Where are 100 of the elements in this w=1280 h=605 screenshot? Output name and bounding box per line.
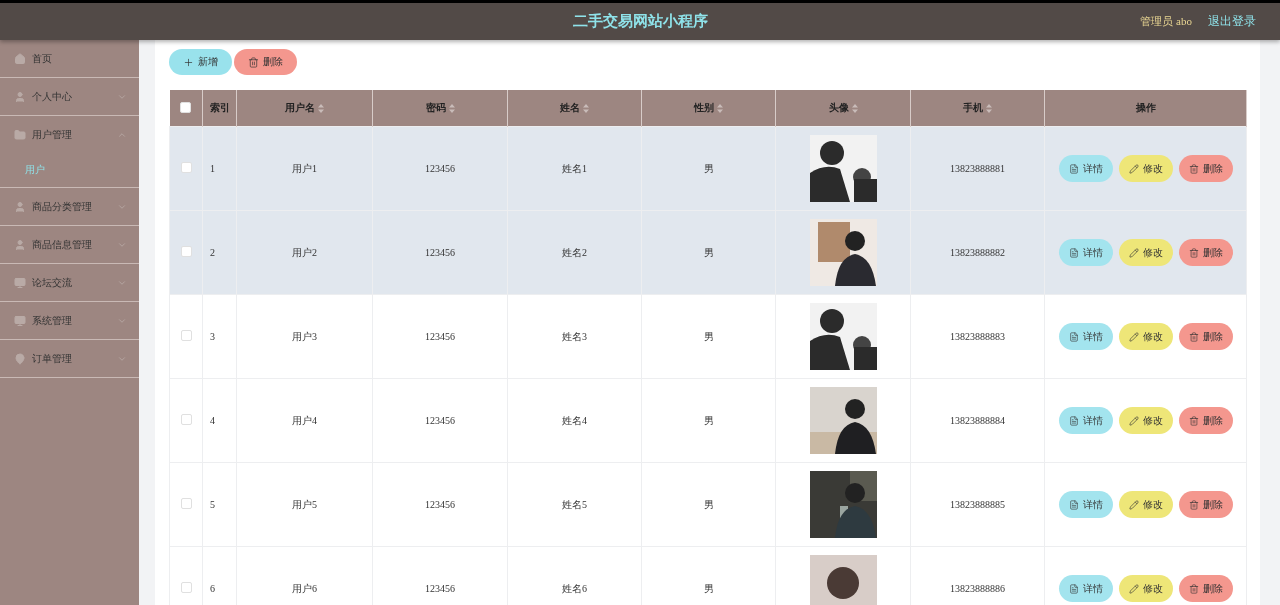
delete-button[interactable]: 删除 — [1178, 407, 1233, 434]
password-cell: 123456 — [425, 247, 455, 258]
trash-icon — [1188, 331, 1199, 342]
trash-icon — [1188, 163, 1199, 174]
delete-button[interactable]: 删除 — [1178, 491, 1233, 518]
detail-button[interactable]: 详情 — [1058, 155, 1113, 182]
name-cell: 姓名6 — [562, 582, 587, 594]
column-header[interactable]: 用户名 — [236, 90, 373, 127]
edit-button[interactable]: 修改 — [1118, 575, 1173, 602]
index-cell-text: 3 — [209, 331, 216, 342]
person-icon — [14, 238, 26, 251]
sort-icon[interactable] — [717, 103, 723, 113]
gender-cell: 男 — [703, 582, 714, 594]
sidebar-label: 个人中心 — [32, 89, 73, 104]
phone-cell: 13823888883 — [950, 331, 1005, 342]
pin-icon — [14, 352, 26, 365]
username-cell: 用户6 — [292, 582, 317, 594]
row-checkbox[interactable] — [180, 330, 192, 341]
detail-button[interactable]: 详情 — [1058, 407, 1113, 434]
column-header[interactable]: 手机 — [910, 90, 1045, 127]
gender-cell: 男 — [703, 414, 714, 426]
trash-icon — [248, 56, 259, 68]
plus-icon — [183, 56, 194, 68]
edit-button[interactable]: 修改 — [1118, 155, 1173, 182]
add-button[interactable]: 新增 — [169, 49, 232, 75]
delete-button[interactable]: 删除 — [1178, 239, 1233, 266]
row-checkbox[interactable] — [180, 498, 192, 509]
name-cell: 姓名1 — [562, 162, 587, 174]
logout-link[interactable]: 退出登录 — [1208, 13, 1256, 30]
username-cell: 用户5 — [292, 498, 317, 510]
edit-button[interactable]: 修改 — [1118, 323, 1173, 350]
index-cell-text: 6 — [209, 583, 216, 594]
home-icon — [14, 52, 26, 65]
sort-icon[interactable] — [986, 103, 992, 113]
trash-icon — [1188, 247, 1199, 258]
sidebar-label: 订单管理 — [32, 351, 73, 366]
sort-icon[interactable] — [583, 103, 589, 113]
phone-cell: 13823888882 — [950, 247, 1005, 258]
gender-cell: 男 — [703, 498, 714, 510]
detail-button[interactable]: 详情 — [1058, 239, 1113, 266]
gender-cell: 男 — [703, 162, 714, 174]
name-cell: 姓名4 — [562, 414, 587, 426]
row-checkbox[interactable] — [180, 582, 192, 593]
delete-button[interactable]: 删除 — [1178, 155, 1233, 182]
document-icon — [1068, 415, 1079, 426]
username-cell: 用户2 — [292, 246, 317, 258]
sort-icon[interactable] — [851, 103, 858, 113]
person-icon — [14, 200, 26, 213]
user-name: 管理员 abo — [1140, 14, 1192, 29]
trash-icon — [1188, 415, 1199, 426]
index-cell-text: 4 — [209, 415, 216, 426]
select-all-checkbox[interactable] — [180, 101, 192, 113]
edit-button[interactable]: 修改 — [1118, 491, 1173, 518]
sidebar-item[interactable]: 用户管理 — [0, 116, 139, 153]
detail-button[interactable]: 详情 — [1058, 491, 1113, 518]
phone-cell: 13823888885 — [950, 499, 1005, 510]
password-cell: 123456 — [425, 163, 455, 174]
app-title: 二手交易网站小程序 — [572, 12, 708, 31]
document-icon — [1068, 499, 1079, 510]
column-header[interactable]: 性别 — [641, 90, 776, 127]
person-icon — [14, 90, 26, 103]
name-cell: 姓名3 — [562, 330, 587, 342]
document-icon — [1068, 247, 1079, 258]
folder-icon — [14, 128, 26, 141]
gender-cell: 男 — [703, 330, 714, 342]
column-header[interactable]: 密码 — [372, 90, 508, 127]
detail-button[interactable]: 详情 — [1058, 323, 1113, 350]
column-header[interactable]: 姓名 — [507, 90, 642, 127]
edit-button[interactable]: 修改 — [1118, 407, 1173, 434]
document-icon — [1068, 163, 1079, 174]
password-cell: 123456 — [425, 499, 455, 510]
document-icon — [1068, 331, 1079, 342]
username-cell: 用户4 — [292, 414, 317, 426]
edit-button[interactable]: 修改 — [1118, 239, 1173, 266]
delete-button[interactable]: 删除 — [1178, 575, 1233, 602]
index-cell-text: 1 — [209, 163, 216, 174]
row-checkbox[interactable] — [180, 414, 192, 425]
name-cell: 姓名2 — [562, 246, 587, 258]
column-header[interactable]: 头像 — [775, 90, 911, 127]
trash-icon — [1188, 499, 1199, 510]
delete-button[interactable]: 删除 — [234, 49, 297, 75]
delete-button[interactable]: 删除 — [1178, 323, 1233, 350]
sidebar-label: 商品分类管理 — [32, 199, 93, 214]
pencil-icon — [1128, 415, 1139, 426]
gender-cell: 男 — [703, 246, 714, 258]
sidebar-label: 商品信息管理 — [32, 237, 93, 252]
pencil-icon — [1128, 499, 1139, 510]
pencil-icon — [1128, 247, 1139, 258]
detail-button[interactable]: 详情 — [1058, 575, 1113, 602]
sidebar-label: 首页 — [32, 51, 53, 66]
username-cell: 用户3 — [292, 330, 317, 342]
pencil-icon — [1128, 331, 1139, 342]
trash-icon — [1188, 583, 1199, 594]
pencil-icon — [1128, 163, 1139, 174]
row-checkbox[interactable] — [180, 162, 192, 173]
index-cell-text: 2 — [209, 247, 216, 258]
password-cell: 123456 — [425, 331, 455, 342]
sort-icon[interactable] — [448, 103, 455, 113]
row-checkbox[interactable] — [180, 246, 192, 257]
sort-icon[interactable] — [318, 103, 324, 113]
